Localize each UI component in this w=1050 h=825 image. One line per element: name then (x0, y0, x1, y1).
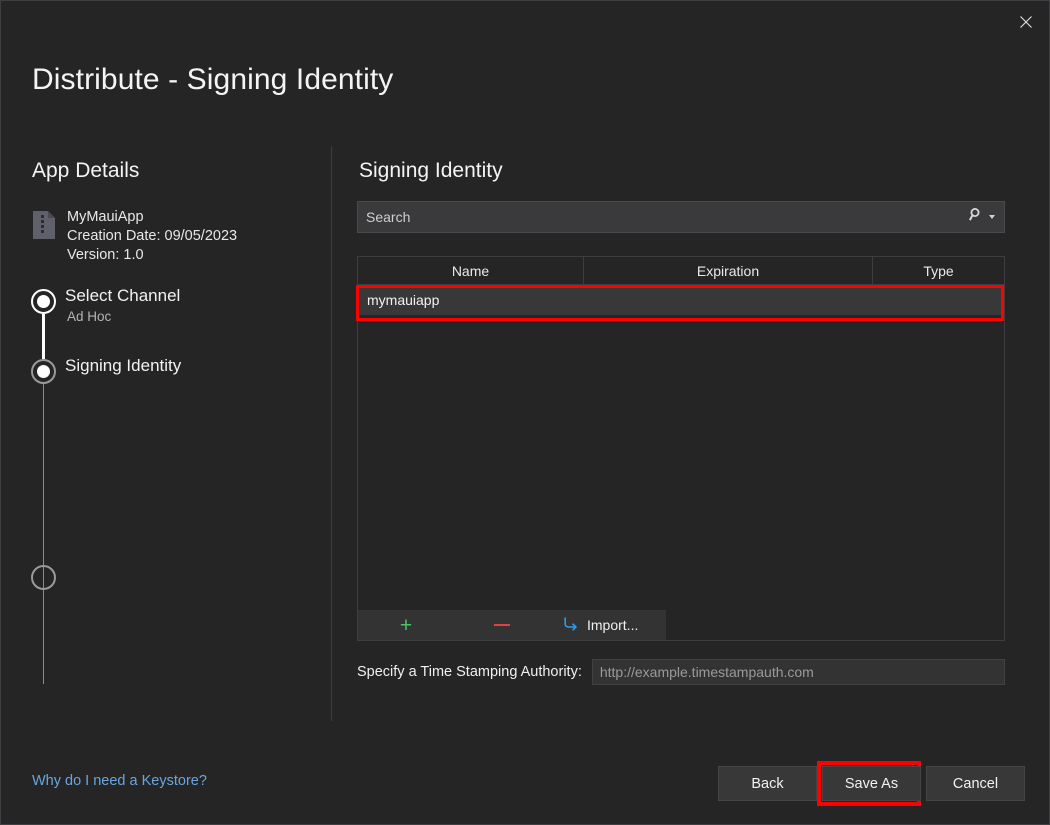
sidebar-item-pending-step (31, 562, 321, 590)
archive-file-icon (31, 210, 57, 240)
close-button[interactable] (1003, 1, 1049, 43)
sidebar-item-signing-identity[interactable]: Signing Identity (31, 356, 321, 404)
stepper-connector-pending (42, 384, 45, 684)
app-name: MyMauiApp (67, 209, 144, 225)
search-icon (969, 207, 984, 227)
table-body: mymauiapp (358, 285, 1004, 610)
column-header-type[interactable]: Type (873, 257, 1004, 284)
add-certificate-button[interactable]: + (358, 610, 454, 640)
import-arrow-icon (562, 616, 579, 634)
title-bar (1, 1, 1049, 43)
column-header-expiration[interactable]: Expiration (584, 257, 873, 284)
back-button[interactable]: Back (718, 766, 817, 801)
page-title: Distribute - Signing Identity (32, 63, 394, 96)
timestamp-authority-input[interactable]: http://example.timestampauth.com (591, 659, 1005, 685)
certificates-table: Name Expiration Type mymauiapp (357, 256, 1005, 610)
import-label: Import... (587, 617, 639, 633)
keystore-help-link[interactable]: Why do I need a Keystore? (32, 773, 207, 789)
sidebar-item-select-channel[interactable]: Select Channel Ad Hoc (31, 286, 321, 334)
remove-certificate-button[interactable] (454, 610, 550, 640)
timestamp-authority-label: Specify a Time Stamping Authority: (357, 664, 582, 680)
footer-buttons: Back Save As Cancel (718, 766, 1025, 801)
cell-name: mymauiapp (367, 292, 440, 308)
table-row[interactable]: mymauiapp (358, 285, 1004, 315)
save-as-button[interactable]: Save As (822, 766, 921, 801)
column-header-name[interactable]: Name (358, 257, 584, 284)
step-sublabel: Ad Hoc (67, 309, 112, 324)
timestamp-authority-placeholder: http://example.timestampauth.com (599, 664, 814, 680)
app-meta: MyMauiApp Creation Date: 09/05/2023 Vers… (67, 208, 237, 265)
step-indicator-pending (31, 565, 56, 590)
timestamp-authority-row: Specify a Time Stamping Authority: http:… (357, 659, 1005, 685)
search-placeholder: Search (366, 209, 411, 225)
wizard-stepper: Select Channel Ad Hoc Signing Identity (31, 286, 321, 684)
step-label: Signing Identity (65, 356, 182, 375)
distribute-signing-identity-dialog: Distribute - Signing Identity App Detail… (0, 0, 1050, 825)
search-input[interactable]: Search (357, 201, 1005, 233)
app-version: Version: 1.0 (67, 247, 144, 263)
step-label: Select Channel (65, 286, 181, 305)
search-options-button[interactable] (969, 207, 1004, 227)
signing-identity-pane: Signing Identity Search Name Expiration … (357, 146, 1005, 685)
app-details-pane: App Details MyMauiApp Creation Date: 09/… (1, 146, 331, 721)
close-icon (1019, 15, 1033, 29)
app-creation-date: Creation Date: 09/05/2023 (67, 228, 238, 244)
cancel-button[interactable]: Cancel (926, 766, 1025, 801)
plus-icon: + (399, 613, 413, 637)
app-details-title: App Details (32, 159, 140, 182)
pane-divider (331, 146, 332, 721)
step-indicator-completed (31, 289, 56, 314)
section-title: Signing Identity (359, 159, 503, 182)
chevron-down-icon (989, 215, 995, 219)
app-summary: MyMauiApp Creation Date: 09/05/2023 Vers… (31, 208, 237, 265)
minus-icon (494, 623, 510, 627)
import-certificate-button[interactable]: Import... (550, 610, 666, 640)
table-header-row: Name Expiration Type (358, 257, 1004, 285)
table-toolbar: + Import... (357, 610, 1005, 641)
step-indicator-current (31, 359, 56, 384)
